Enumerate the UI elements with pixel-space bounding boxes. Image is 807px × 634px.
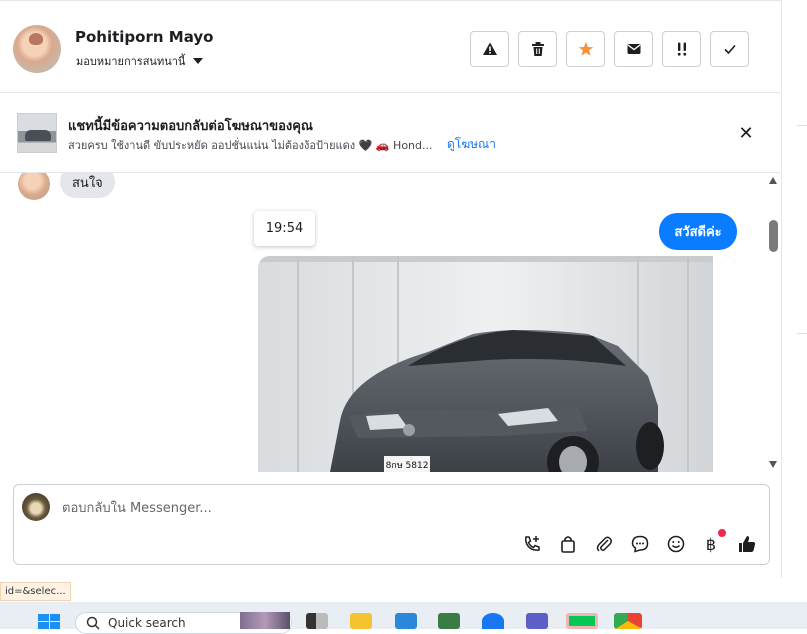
search-placeholder: Quick search (108, 616, 186, 630)
teams-icon[interactable] (526, 613, 548, 629)
envelope-icon (627, 44, 640, 54)
line-app-icon[interactable] (566, 613, 598, 629)
facebook-icon[interactable] (482, 613, 504, 629)
timestamp-tooltip: 19:54 (254, 211, 315, 246)
windows-start-icon[interactable] (38, 614, 60, 629)
chat-bubble-icon[interactable] (629, 533, 651, 555)
priority-icon (677, 42, 686, 56)
chrome-icon[interactable] (614, 613, 642, 629)
star-icon (578, 42, 593, 56)
search-icon (86, 616, 100, 630)
contact-name[interactable]: Pohitiporn Mayo (75, 28, 213, 46)
outgoing-message[interactable]: สวัสดีค่ะ (659, 213, 737, 250)
ad-banner-title: แชทนี้มีข้อความตอบกลับต่อโฆษณาของคุณ (68, 119, 313, 134)
scrollbar-thumb[interactable] (769, 220, 778, 252)
browser-status-url: id=&selec... (0, 582, 71, 601)
task-view-icon[interactable] (306, 613, 328, 629)
assign-conversation-dropdown[interactable]: มอบหมายการสนทนานี้ (76, 52, 204, 70)
avatar[interactable] (13, 25, 61, 73)
conversation-header: Pohitiporn Mayo มอบหมายการสนทนานี้ (0, 0, 782, 93)
ad-description: สวยครบ ใช้งานดี ขับประหยัด ออปชั่นแน่น ไ… (68, 139, 433, 152)
car-photo-message[interactable]: 8กษ 5812 (258, 256, 737, 472)
car-photo: 8กษ 5812 (258, 256, 737, 472)
chevron-down-icon (193, 58, 204, 64)
right-edge-panel (782, 0, 807, 578)
close-icon[interactable]: ✕ (735, 122, 757, 144)
reply-composer: ฿ (13, 484, 770, 565)
notepad-icon[interactable] (395, 613, 417, 629)
search-highlight-image (240, 612, 290, 629)
page-avatar (22, 493, 50, 521)
star-button[interactable] (566, 31, 605, 67)
message-thread: สนใจ 19:54 สวัสดีค่ะ 8กษ 5812 (0, 173, 782, 472)
baht-icon[interactable]: ฿ (700, 533, 722, 555)
contact-avatar (18, 173, 50, 200)
spam-report-button[interactable] (470, 31, 509, 67)
scroll-down-arrow[interactable] (769, 461, 777, 468)
view-ad-link[interactable]: ดูโฆษณา (447, 135, 496, 154)
paperclip-icon[interactable] (593, 533, 615, 555)
divider (797, 125, 807, 126)
incoming-message[interactable]: สนใจ (60, 173, 115, 198)
delete-button[interactable] (518, 31, 557, 67)
ad-thumbnail[interactable] (17, 113, 57, 153)
divider (797, 333, 807, 334)
calculator-icon[interactable] (438, 613, 460, 629)
call-add-icon[interactable] (521, 533, 543, 555)
scroll-up-arrow[interactable] (769, 177, 777, 184)
license-plate: 8กษ 5812 (386, 461, 429, 471)
thumbs-up-icon[interactable] (736, 533, 758, 555)
messenger-inbox-panel: Pohitiporn Mayo มอบหมายการสนทนานี้ แชทนี… (0, 0, 782, 578)
emoji-icon[interactable] (665, 533, 687, 555)
check-icon (723, 44, 736, 55)
trash-icon (531, 42, 544, 56)
mark-done-button[interactable] (710, 31, 749, 67)
bag-icon[interactable] (557, 533, 579, 555)
reply-input[interactable] (62, 497, 722, 519)
warning-icon (482, 42, 497, 55)
assign-label: มอบหมายการสนทนานี้ (76, 55, 186, 68)
file-explorer-icon[interactable] (350, 613, 372, 629)
notification-dot (718, 529, 726, 537)
ad-reply-banner: แชทนี้มีข้อความตอบกลับต่อโฆษณาของคุณ สวย… (0, 93, 782, 173)
follow-up-button[interactable] (662, 31, 701, 67)
windows-taskbar: Quick search (0, 602, 807, 634)
mark-unread-button[interactable] (614, 31, 653, 67)
